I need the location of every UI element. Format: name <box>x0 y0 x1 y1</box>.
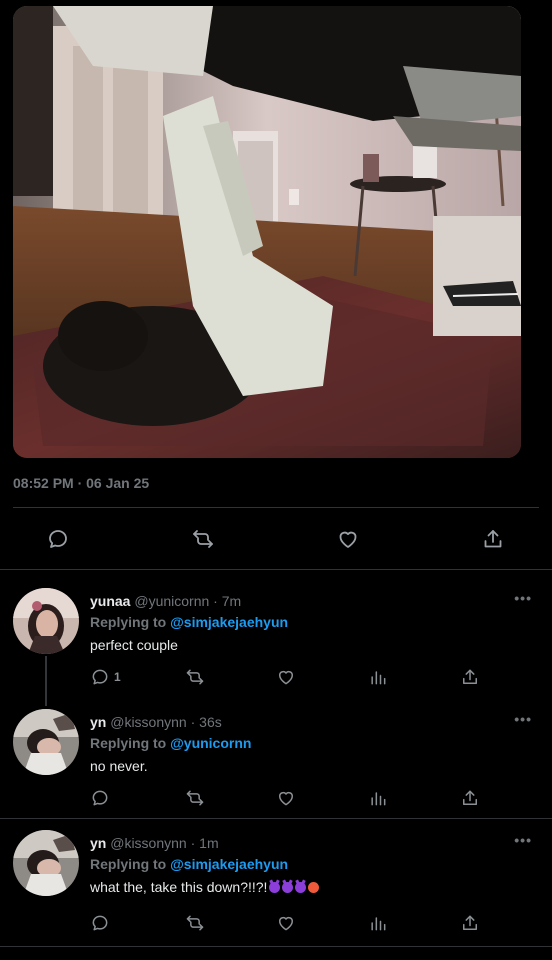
retweet-button[interactable] <box>185 787 205 809</box>
retweet-icon <box>193 530 213 548</box>
reply-divider <box>0 818 552 819</box>
avatar[interactable] <box>13 709 79 775</box>
reply-icon <box>49 530 67 548</box>
retweet-icon <box>186 915 204 931</box>
like-button[interactable] <box>276 912 296 934</box>
reply-button[interactable] <box>90 787 110 809</box>
retweet-icon <box>186 669 204 685</box>
replying-prefix: Replying to <box>90 735 167 751</box>
photo-image <box>13 6 521 458</box>
retweet-button[interactable] <box>185 912 205 934</box>
reply-text-content: what the, take this down?!!?! <box>90 879 268 895</box>
smiling-imp-emoji <box>295 882 307 893</box>
reply-author-handle[interactable]: @yunicornn <box>134 593 209 609</box>
tweet-photo[interactable] <box>13 6 521 458</box>
share-icon <box>463 915 477 930</box>
mention-link[interactable]: @simjakejaehyun <box>170 856 288 872</box>
avatar-image <box>13 830 79 896</box>
tweet-timestamp[interactable]: 08:52 PM · 06 Jan 25 <box>13 475 149 491</box>
more-options-icon[interactable]: ••• <box>514 832 532 848</box>
reply-dot: · <box>190 835 196 851</box>
analytics-icon <box>371 671 386 685</box>
replying-to: Replying to @simjakejaehyun <box>90 854 532 874</box>
more-options-icon[interactable]: ••• <box>514 590 532 606</box>
reply-time[interactable]: 1m <box>199 835 218 851</box>
like-button[interactable] <box>331 522 365 556</box>
like-icon <box>279 791 293 806</box>
analytics-button[interactable] <box>368 912 388 934</box>
replying-to: Replying to @yunicornn <box>90 733 532 753</box>
retweet-icon <box>186 790 204 806</box>
actions-divider <box>0 569 552 570</box>
share-button[interactable] <box>460 787 480 809</box>
reply-time[interactable]: 7m <box>222 593 241 609</box>
smiling-imp-emoji <box>282 882 294 893</box>
mention-link[interactable]: @simjakejaehyun <box>170 614 288 630</box>
reply-author-name[interactable]: yn <box>90 714 106 730</box>
reply-action-bar <box>90 787 490 809</box>
angry-face-emoji <box>308 882 320 893</box>
analytics-icon <box>371 917 386 931</box>
replying-to: Replying to @simjakejaehyun <box>90 612 532 632</box>
share-button[interactable] <box>460 912 480 934</box>
reply-divider <box>0 946 552 947</box>
replying-prefix: Replying to <box>90 856 167 872</box>
reply-icon <box>92 790 108 806</box>
analytics-button[interactable] <box>368 787 388 809</box>
reply-icon <box>92 915 108 931</box>
like-icon <box>339 531 357 548</box>
reply-text: what the, take this down?!!?! <box>90 877 532 897</box>
reply-text: perfect couple <box>90 637 178 653</box>
reply-author-handle[interactable]: @kissonynn <box>110 835 186 851</box>
reply-author-handle[interactable]: @kissonynn <box>110 714 186 730</box>
retweet-button[interactable] <box>186 522 220 556</box>
like-button[interactable] <box>276 666 296 688</box>
reply-dot: · <box>190 714 196 730</box>
reply-action-bar: 1 <box>90 666 490 688</box>
reply-icon <box>92 669 108 685</box>
reply-author-name[interactable]: yunaa <box>90 593 130 609</box>
avatar-image <box>13 588 79 654</box>
share-icon <box>463 669 477 684</box>
smiling-imp-emoji <box>269 882 281 893</box>
reply-button[interactable]: 1 <box>90 666 121 688</box>
like-icon <box>279 916 293 931</box>
share-icon <box>484 530 502 548</box>
reply-button[interactable] <box>90 912 110 934</box>
share-icon <box>463 790 477 805</box>
like-icon <box>279 670 293 685</box>
avatar[interactable] <box>13 830 79 896</box>
mention-link[interactable]: @yunicornn <box>170 735 251 751</box>
more-options-icon[interactable]: ••• <box>514 711 532 727</box>
avatar[interactable] <box>13 588 79 654</box>
tweet-action-bar <box>0 522 552 556</box>
reply-action-bar <box>90 912 490 934</box>
share-button[interactable] <box>476 522 510 556</box>
like-button[interactable] <box>276 787 296 809</box>
reply-dot: · <box>213 593 218 609</box>
reply-time[interactable]: 36s <box>199 714 222 730</box>
retweet-button[interactable] <box>185 666 205 688</box>
reply-text: no never. <box>90 758 148 774</box>
reply-count: 1 <box>114 670 121 684</box>
reply-button[interactable] <box>41 522 75 556</box>
share-button[interactable] <box>460 666 480 688</box>
thread-connector <box>45 656 47 706</box>
reply-author-name[interactable]: yn <box>90 835 106 851</box>
analytics-button[interactable] <box>368 666 388 688</box>
timestamp-divider <box>13 507 539 508</box>
avatar-image <box>13 709 79 775</box>
analytics-icon <box>371 792 386 806</box>
replying-prefix: Replying to <box>90 614 167 630</box>
